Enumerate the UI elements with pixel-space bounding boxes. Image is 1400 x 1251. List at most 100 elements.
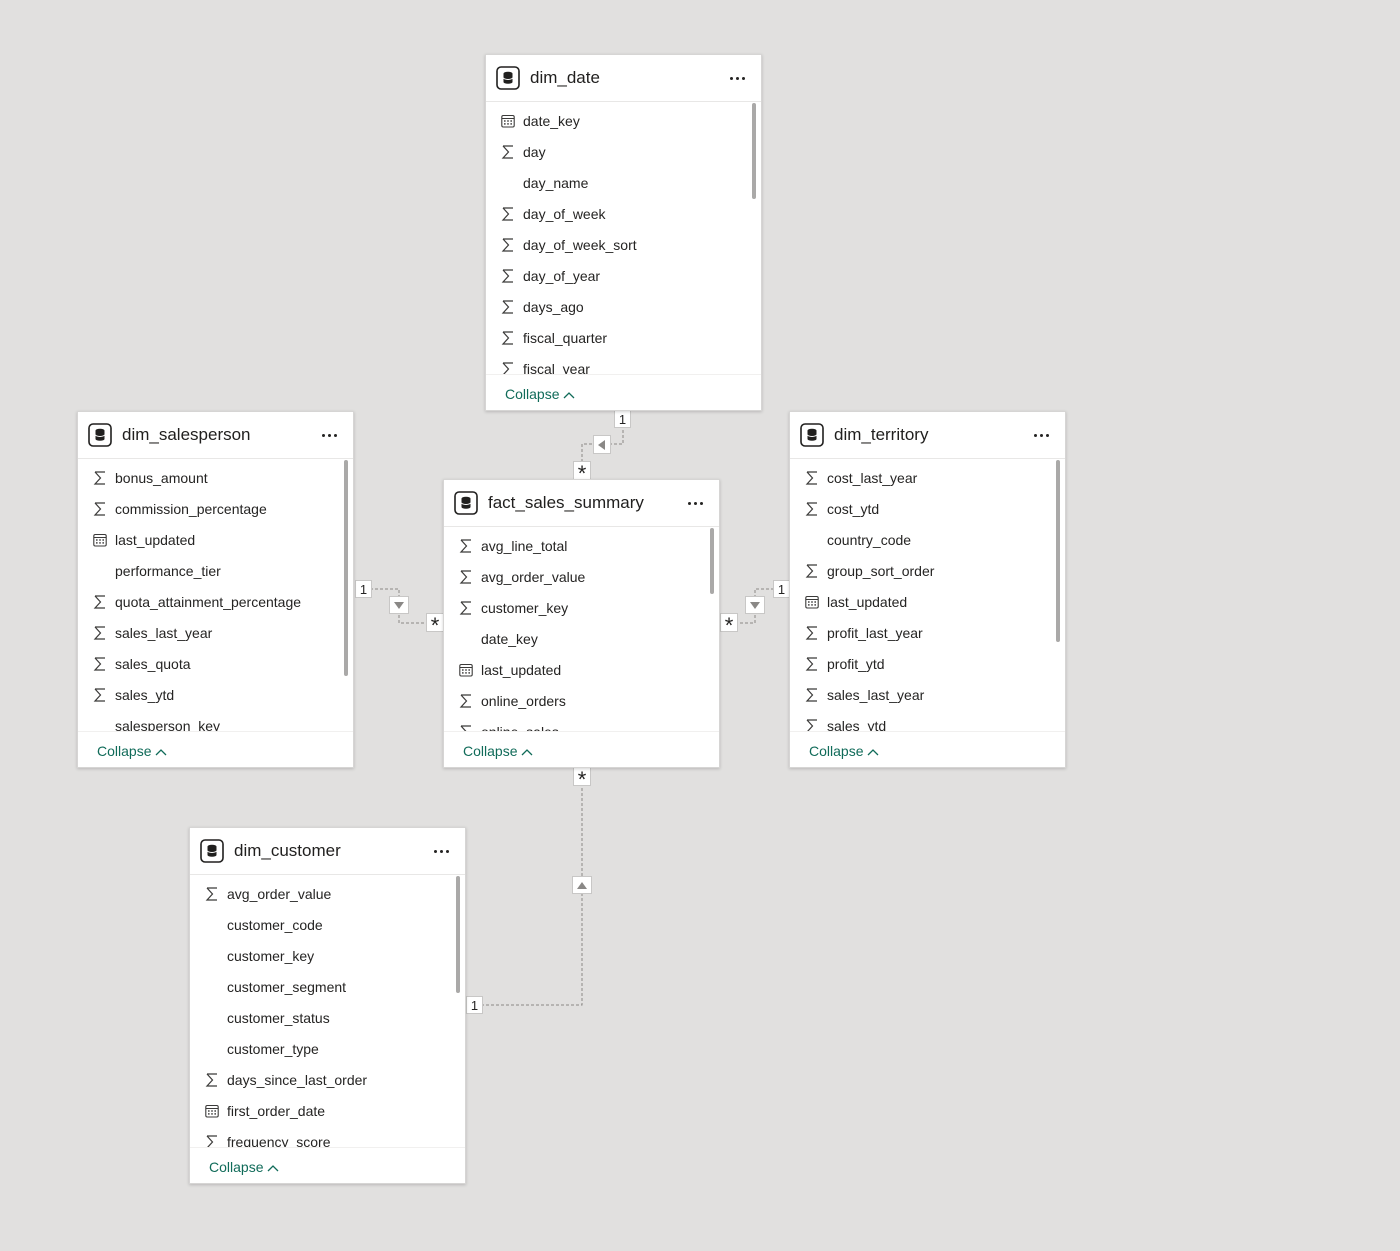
field-row[interactable]: customer_status (190, 1003, 453, 1034)
field-row[interactable]: day_of_week_sort (486, 230, 749, 261)
table-card-dim-customer[interactable]: dim_customer avg_order_value customer_code… (189, 827, 466, 1184)
field-row[interactable]: date_key (444, 624, 707, 655)
field-row[interactable]: day_name (486, 168, 749, 199)
more-options-icon[interactable] (685, 493, 705, 513)
collapse-button[interactable]: Collapse (463, 743, 533, 759)
field-row[interactable]: group_sort_order (790, 556, 1053, 587)
field-row[interactable]: last_updated (78, 525, 341, 556)
field-row[interactable]: profit_ytd (790, 649, 1053, 680)
sigma-icon (805, 471, 819, 485)
field-list-scrollbar[interactable] (456, 876, 460, 1146)
more-options-icon[interactable] (319, 425, 339, 445)
field-list[interactable]: cost_last_year cost_ytd country_code group_… (790, 459, 1065, 732)
filter-direction-left-icon[interactable] (594, 436, 610, 453)
field-name: country_code (827, 532, 912, 548)
field-row[interactable]: bonus_amount (78, 463, 341, 494)
scrollbar-thumb[interactable] (344, 460, 348, 676)
field-row[interactable]: customer_code (190, 910, 453, 941)
scrollbar-thumb[interactable] (710, 528, 714, 594)
scrollbar-thumb[interactable] (752, 103, 756, 199)
field-row[interactable]: country_code (790, 525, 1053, 556)
field-row[interactable]: avg_order_value (190, 879, 453, 910)
table-card-header[interactable]: fact_sales_summary (444, 480, 719, 527)
filter-direction-down-icon[interactable] (746, 597, 764, 613)
field-row[interactable]: customer_segment (190, 972, 453, 1003)
scrollbar-thumb[interactable] (456, 876, 460, 993)
field-row[interactable]: customer_key (444, 593, 707, 624)
table-title: dim_territory (834, 425, 929, 444)
collapse-button[interactable]: Collapse (505, 386, 575, 402)
field-row[interactable]: sales_quota (78, 649, 341, 680)
calendar-icon (459, 663, 473, 677)
field-name: last_updated (827, 594, 908, 610)
field-list[interactable]: bonus_amount commission_percentage last_up… (78, 459, 353, 732)
field-row[interactable]: day_of_week (486, 199, 749, 230)
field-row[interactable]: sales_last_year (78, 618, 341, 649)
field-row[interactable]: avg_line_total (444, 531, 707, 562)
table-card-header[interactable]: dim_customer (190, 828, 465, 875)
sigma-icon (459, 570, 473, 584)
field-row[interactable]: day_of_year (486, 261, 749, 292)
table-card-dim-territory[interactable]: dim_territory cost_last_year cost_ytdcount… (789, 411, 1066, 768)
field-row[interactable]: first_order_date (190, 1096, 453, 1127)
field-row[interactable]: last_updated (790, 587, 1053, 618)
table-card-dim-salesperson[interactable]: dim_salesperson bonus_amount commission_pe… (77, 411, 354, 768)
model-canvas[interactable]: 1 * 1 * 1 * * 1 dim_date date_key day day_n… (0, 0, 1400, 1251)
field-row[interactable]: frequency_score (190, 1127, 453, 1148)
filter-direction-up-icon[interactable] (573, 877, 591, 893)
field-list[interactable]: avg_line_total avg_order_value customer_ke… (444, 527, 719, 732)
field-row[interactable]: fiscal_year (486, 354, 749, 375)
field-row[interactable]: performance_tier (78, 556, 341, 587)
collapse-button[interactable]: Collapse (97, 743, 167, 759)
filter-direction-down-icon[interactable] (390, 597, 408, 613)
field-list[interactable]: avg_order_value customer_code customer_key… (190, 875, 465, 1148)
field-row[interactable]: commission_percentage (78, 494, 341, 525)
table-card-fact-sales-summary[interactable]: fact_sales_summary avg_line_total avg_orde… (443, 479, 720, 768)
field-row[interactable]: days_since_last_order (190, 1065, 453, 1096)
field-row[interactable]: quota_attainment_percentage (78, 587, 341, 618)
field-list-scrollbar[interactable] (344, 460, 348, 730)
table-card-header[interactable]: dim_territory (790, 412, 1065, 459)
field-list-scrollbar[interactable] (752, 103, 756, 373)
field-name: avg_order_value (227, 886, 332, 902)
field-row[interactable]: online_sales (444, 717, 707, 732)
scrollbar-thumb[interactable] (1056, 460, 1060, 642)
table-card-header[interactable]: dim_salesperson (78, 412, 353, 459)
field-row[interactable]: days_ago (486, 292, 749, 323)
field-row[interactable]: avg_order_value (444, 562, 707, 593)
field-list-scrollbar[interactable] (1056, 460, 1060, 730)
sigma-icon (205, 887, 219, 901)
table-card-header[interactable]: dim_date (486, 55, 761, 102)
field-row[interactable]: online_orders (444, 686, 707, 717)
field-name: day_of_week (523, 206, 606, 222)
field-name: customer_key (481, 600, 569, 616)
more-options-icon[interactable] (431, 841, 451, 861)
field-row[interactable]: last_updated (444, 655, 707, 686)
field-name: group_sort_order (827, 563, 935, 579)
collapse-button[interactable]: Collapse (809, 743, 879, 759)
more-options-icon[interactable] (727, 68, 747, 88)
field-row[interactable]: sales_ytd (790, 711, 1053, 732)
sigma-icon (93, 595, 107, 609)
field-list[interactable]: date_key day day_name day_of_week day_of_wee… (486, 102, 761, 375)
field-name: profit_ytd (827, 656, 885, 672)
field-row[interactable]: customer_type (190, 1034, 453, 1065)
field-row[interactable]: cost_last_year (790, 463, 1053, 494)
field-row[interactable]: salesperson_key (78, 711, 341, 732)
field-row[interactable]: sales_last_year (790, 680, 1053, 711)
field-name: customer_status (227, 1010, 330, 1026)
more-options-icon[interactable] (1031, 425, 1051, 445)
field-row[interactable]: date_key (486, 106, 749, 137)
field-row[interactable]: customer_key (190, 941, 453, 972)
rel-date-one-label: 1 (615, 411, 630, 427)
field-name: last_updated (481, 662, 562, 678)
field-list-scrollbar[interactable] (710, 528, 714, 798)
field-row[interactable]: cost_ytd (790, 494, 1053, 525)
field-row[interactable]: fiscal_quarter (486, 323, 749, 354)
field-row[interactable]: day (486, 137, 749, 168)
table-card-dim-date[interactable]: dim_date date_key day day_name day_of_week da… (485, 54, 762, 411)
field-row[interactable]: sales_ytd (78, 680, 341, 711)
field-row[interactable]: profit_last_year (790, 618, 1053, 649)
rel-territory-one-label: 1 (774, 581, 789, 597)
collapse-button[interactable]: Collapse (209, 1159, 279, 1175)
